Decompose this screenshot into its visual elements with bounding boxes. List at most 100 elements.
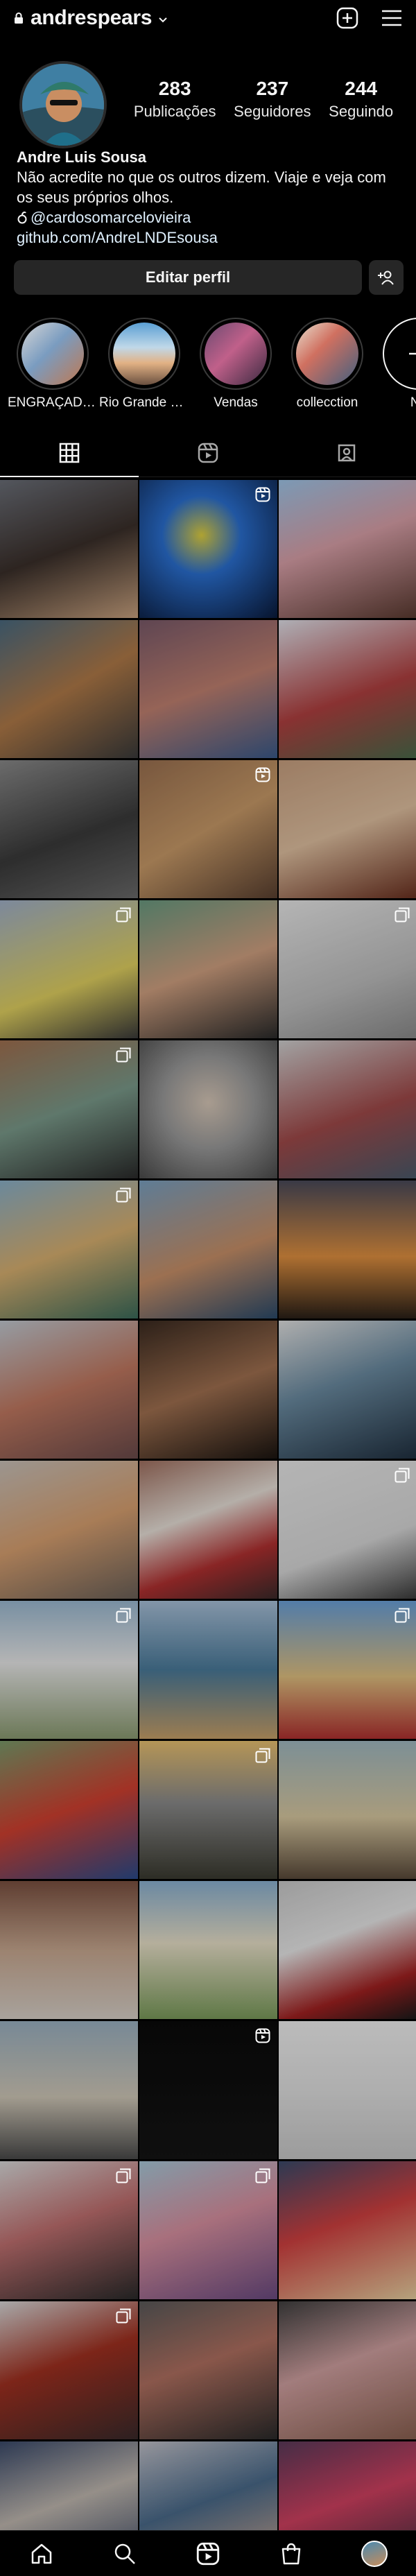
highlight-item[interactable]: ENGRAÇADOS	[7, 318, 98, 415]
add-person-icon	[378, 271, 394, 285]
post-thumbnail[interactable]	[279, 2301, 416, 2439]
post-thumbnail[interactable]	[139, 1601, 277, 1739]
post-thumbnail[interactable]	[139, 1040, 277, 1178]
edit-profile-button[interactable]: Editar perfil	[14, 260, 362, 295]
post-overlay	[279, 760, 416, 898]
highlight-label: collecction	[296, 395, 358, 410]
post-thumbnail[interactable]	[139, 2161, 277, 2299]
post-thumbnail[interactable]	[139, 2301, 277, 2439]
post-overlay	[139, 900, 277, 1038]
posts-label: Publicações	[133, 103, 216, 120]
post-thumbnail[interactable]	[0, 1321, 138, 1459]
tab-posts[interactable]	[0, 429, 139, 477]
highlight-cover	[113, 323, 175, 385]
post-thumbnail[interactable]	[279, 2161, 416, 2299]
following-stat[interactable]: 244 Seguindo	[329, 78, 393, 121]
nav-search[interactable]	[104, 2533, 146, 2575]
username[interactable]: andrespears	[31, 6, 152, 30]
post-thumbnail[interactable]	[139, 1180, 277, 1319]
chevron-down-icon[interactable]	[157, 14, 168, 25]
post-thumbnail[interactable]	[0, 2161, 138, 2299]
bio-line-2: os seus próprios olhos.	[17, 189, 174, 206]
post-thumbnail[interactable]	[139, 1461, 277, 1599]
post-thumbnail[interactable]	[279, 1321, 416, 1459]
post-overlay	[0, 760, 138, 898]
nav-shop[interactable]	[270, 2533, 312, 2575]
profile-header: 283 Publicações 237 Seguidores 244 Segui…	[0, 57, 416, 151]
highlight-item[interactable]: Rio Grande do...	[98, 318, 190, 415]
post-thumbnail[interactable]	[139, 2021, 277, 2159]
profile-link[interactable]: github.com/AndreLNDEsousa	[17, 227, 405, 248]
tab-tagged[interactable]	[277, 429, 416, 476]
post-thumbnail[interactable]	[279, 760, 416, 898]
nav-home[interactable]	[21, 2533, 62, 2575]
post-overlay	[0, 480, 138, 618]
post-overlay	[139, 1881, 277, 2019]
post-thumbnail[interactable]	[139, 620, 277, 758]
post-thumbnail[interactable]	[279, 1040, 416, 1178]
post-thumbnail[interactable]	[0, 1180, 138, 1319]
post-thumbnail[interactable]	[139, 1881, 277, 2019]
post-thumbnail[interactable]	[0, 1601, 138, 1739]
post-thumbnail[interactable]	[279, 480, 416, 618]
profile-stats: 283 Publicações 237 Seguidores 244 Segui…	[125, 78, 402, 121]
highlight-label: ENGRAÇADOS	[8, 395, 98, 410]
post-thumbnail[interactable]	[279, 1601, 416, 1739]
following-label: Seguindo	[329, 103, 394, 120]
post-thumbnail[interactable]	[139, 760, 277, 898]
post-thumbnail[interactable]	[279, 2021, 416, 2159]
threads-handle: @cardosomarcelovieira	[31, 209, 191, 226]
post-thumbnail[interactable]	[0, 620, 138, 758]
post-thumbnail[interactable]	[279, 620, 416, 758]
profile-actions: Editar perfil	[14, 260, 404, 295]
post-overlay	[0, 2021, 138, 2159]
highlight-item[interactable]: collecction	[281, 318, 373, 415]
post-thumbnail[interactable]	[0, 2021, 138, 2159]
highlight-label: Vendas	[214, 395, 258, 410]
post-thumbnail[interactable]	[279, 1180, 416, 1319]
nav-profile[interactable]	[354, 2533, 395, 2575]
post-overlay	[279, 1180, 416, 1319]
nav-reels[interactable]	[187, 2533, 229, 2575]
post-overlay	[0, 620, 138, 758]
discover-people-button[interactable]	[369, 260, 404, 295]
post-thumbnail[interactable]	[139, 1741, 277, 1879]
tagged-icon	[338, 444, 356, 461]
post-overlay	[279, 620, 416, 758]
posts-stat[interactable]: 283 Publicações	[134, 78, 216, 121]
threads-link[interactable]: @cardosomarcelovieira	[17, 207, 405, 227]
hamburger-menu-icon[interactable]	[380, 6, 404, 30]
post-thumbnail[interactable]	[279, 1741, 416, 1879]
post-thumbnail[interactable]	[139, 1321, 277, 1459]
reels-icon	[196, 2542, 220, 2565]
plus-square-icon[interactable]	[336, 6, 359, 30]
bio-line-1: Não acredite no que os outros dizem. Via…	[17, 169, 386, 186]
post-thumbnail[interactable]	[0, 900, 138, 1038]
new-highlight-button[interactable]: No	[373, 318, 416, 415]
post-thumbnail[interactable]	[139, 900, 277, 1038]
post-thumbnail[interactable]	[0, 1881, 138, 2019]
post-thumbnail[interactable]	[0, 1461, 138, 1599]
post-thumbnail[interactable]	[0, 480, 138, 618]
post-thumbnail[interactable]	[0, 1040, 138, 1178]
avatar[interactable]	[19, 61, 107, 148]
post-thumbnail[interactable]	[139, 480, 277, 618]
post-thumbnail[interactable]	[0, 760, 138, 898]
post-thumbnail[interactable]	[0, 2301, 138, 2439]
post-overlay	[139, 1040, 277, 1178]
highlight-item[interactable]: Vendas	[190, 318, 281, 415]
post-overlay	[0, 1461, 138, 1599]
post-overlay	[139, 620, 277, 758]
tab-reels[interactable]	[139, 429, 277, 476]
post-overlay	[279, 2161, 416, 2299]
post-thumbnail[interactable]	[279, 900, 416, 1038]
post-thumbnail[interactable]	[279, 1461, 416, 1599]
post-grid	[0, 480, 416, 2576]
post-thumbnail[interactable]	[0, 1741, 138, 1879]
carousel-badge-icon	[255, 2168, 270, 2183]
post-thumbnail[interactable]	[279, 1881, 416, 2019]
shop-icon	[281, 2543, 301, 2564]
followers-stat[interactable]: 237 Seguidores	[234, 78, 311, 121]
post-overlay	[279, 480, 416, 618]
carousel-badge-icon	[116, 1047, 131, 1063]
